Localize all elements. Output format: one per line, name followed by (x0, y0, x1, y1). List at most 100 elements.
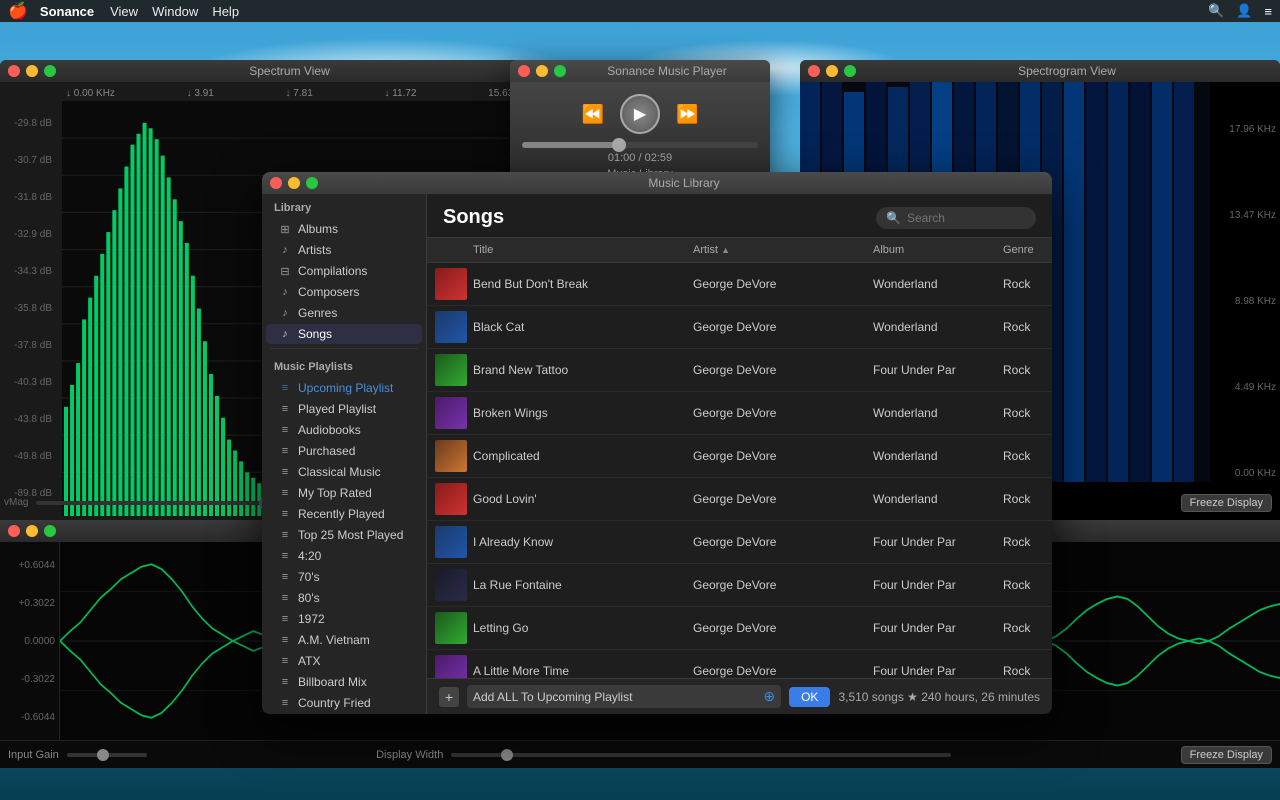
apple-menu-icon[interactable]: 🍎 (8, 1, 28, 21)
row-empty (847, 281, 867, 287)
ok-button[interactable]: OK (789, 687, 830, 707)
sidebar-item-70s[interactable]: ≡ 70's (266, 567, 422, 587)
waveform-min-btn[interactable] (26, 525, 38, 537)
spectrum-max-btn[interactable] (44, 65, 56, 77)
sidebar-item-top25[interactable]: ≡ Top 25 Most Played (266, 525, 422, 545)
sidebar-item-songs[interactable]: ♪ Songs (266, 324, 422, 344)
sidebar-item-albums[interactable]: ⊞ Albums (266, 219, 422, 239)
th-album[interactable]: Album (867, 242, 997, 258)
80s-icon: ≡ (278, 591, 292, 605)
menubar-user-icon[interactable]: 👤 (1236, 3, 1252, 19)
search-input[interactable] (907, 211, 1027, 225)
sidebar-item-upcoming-playlist[interactable]: ≡ Upcoming Playlist (266, 378, 422, 398)
search-box[interactable]: 🔍 (876, 207, 1036, 229)
fast-forward-button[interactable]: ⏩ (676, 104, 698, 125)
spec-freq-3: 4.49 KHz (1214, 382, 1276, 393)
rewind-button[interactable]: ⏪ (582, 104, 604, 125)
spectrum-close-btn[interactable] (8, 65, 20, 77)
row-album: Wonderland (867, 403, 997, 423)
player-close-btn[interactable] (518, 65, 530, 77)
app-name-menu[interactable]: Sonance (40, 4, 94, 19)
table-row[interactable]: Good Lovin' George DeVore Wonderland Roc… (427, 478, 1052, 521)
row-genre: Rock (997, 360, 1052, 380)
spectrogram-close-btn[interactable] (808, 65, 820, 77)
th-genre[interactable]: Genre (997, 242, 1052, 258)
waveform-close-btn[interactable] (8, 525, 20, 537)
library-max-btn[interactable] (306, 177, 318, 189)
row-artist: George DeVore (687, 403, 847, 423)
library-close-btn[interactable] (270, 177, 282, 189)
sidebar-item-am-vietnam[interactable]: ≡ A.M. Vietnam (266, 630, 422, 650)
sidebar-item-1972[interactable]: ≡ 1972 (266, 609, 422, 629)
player-title: Sonance Music Player (572, 64, 762, 78)
table-row[interactable]: Letting Go George DeVore Four Under Par … (427, 607, 1052, 650)
spectrogram-min-btn[interactable] (826, 65, 838, 77)
classical-icon: ≡ (278, 465, 292, 479)
playlist-dropdown[interactable]: Add ALL To Upcoming Playlist ⊕ (467, 685, 781, 708)
player-min-btn[interactable] (536, 65, 548, 77)
menubar-search-icon[interactable]: 🔍 (1208, 3, 1224, 19)
menubar-menu-icon[interactable]: ≡ (1264, 4, 1272, 19)
row-empty (847, 367, 867, 373)
sidebar-item-compilations[interactable]: ⊟ Compilations (266, 261, 422, 281)
sidebar-item-recently-played[interactable]: ≡ Recently Played (266, 504, 422, 524)
table-row[interactable]: Black Cat George DeVore Wonderland Rock … (427, 306, 1052, 349)
sidebar-80s-label: 80's (298, 591, 320, 605)
th-title[interactable]: Title (467, 242, 687, 258)
sidebar-item-played-playlist[interactable]: ≡ Played Playlist (266, 399, 422, 419)
row-title: Good Lovin' (467, 489, 687, 509)
dropdown-arrow-icon: ⊕ (763, 688, 775, 705)
sidebar-item-purchased[interactable]: ≡ Purchased (266, 441, 422, 461)
sidebar-item-audiobooks[interactable]: ≡ Audiobooks (266, 420, 422, 440)
play-button[interactable]: ▶ (620, 94, 660, 134)
top25-icon: ≡ (278, 528, 292, 542)
th-artist[interactable]: Artist ▲ (687, 242, 847, 258)
menu-help[interactable]: Help (212, 4, 239, 19)
songs-table[interactable]: Bend But Don't Break George DeVore Wonde… (427, 263, 1052, 678)
th-genre-label: Genre (1003, 244, 1034, 256)
sidebar-item-atx[interactable]: ≡ ATX (266, 651, 422, 671)
display-width-slider[interactable] (451, 753, 951, 757)
table-row[interactable]: Bend But Don't Break George DeVore Wonde… (427, 263, 1052, 306)
progress-bar[interactable] (522, 142, 758, 148)
played-playlist-icon: ≡ (278, 402, 292, 416)
sidebar-item-classical[interactable]: ≡ Classical Music (266, 462, 422, 482)
db-label-3: -32.9 dB (4, 229, 56, 240)
row-album: Four Under Par (867, 575, 997, 595)
table-row[interactable]: A Little More Time George DeVore Four Un… (427, 650, 1052, 678)
wf-label-2: 0.0000 (4, 636, 55, 647)
row-genre: Rock (997, 618, 1052, 638)
add-to-playlist-btn[interactable]: + (439, 687, 459, 707)
waveform-freeze-btn[interactable]: Freeze Display (1181, 746, 1272, 764)
menu-window[interactable]: Window (152, 4, 198, 19)
spectrogram-titlebar: Spectrogram View (800, 60, 1280, 82)
sidebar-item-billboard[interactable]: ≡ Billboard Mix (266, 672, 422, 692)
genres-icon: ♪ (278, 306, 292, 320)
sidebar-item-composers[interactable]: ♪ Composers (266, 282, 422, 302)
sidebar-item-80s[interactable]: ≡ 80's (266, 588, 422, 608)
display-width-section: Display Width (163, 749, 1165, 761)
library-min-btn[interactable] (288, 177, 300, 189)
waveform-max-btn[interactable] (44, 525, 56, 537)
spectrogram-freeze-btn[interactable]: Freeze Display (1181, 494, 1272, 512)
table-row[interactable]: Complicated George DeVore Wonderland Roc… (427, 435, 1052, 478)
wf-label-1: +0.3022 (4, 598, 55, 609)
player-max-btn[interactable] (554, 65, 566, 77)
sidebar-item-genres[interactable]: ♪ Genres (266, 303, 422, 323)
sidebar-item-420[interactable]: ≡ 4:20 (266, 546, 422, 566)
input-gain-slider[interactable] (67, 753, 147, 757)
search-icon: 🔍 (886, 211, 901, 225)
sidebar-item-country[interactable]: ≡ Country Fried (266, 693, 422, 713)
spectrogram-title: Spectrogram View (862, 64, 1272, 78)
menu-view[interactable]: View (110, 4, 138, 19)
sidebar-item-top-rated[interactable]: ≡ My Top Rated (266, 483, 422, 503)
table-row[interactable]: La Rue Fontaine George DeVore Four Under… (427, 564, 1052, 607)
spectrogram-max-btn[interactable] (844, 65, 856, 77)
table-row[interactable]: Brand New Tattoo George DeVore Four Unde… (427, 349, 1052, 392)
sidebar-item-artists[interactable]: ♪ Artists (266, 240, 422, 260)
table-row[interactable]: I Already Know George DeVore Four Under … (427, 521, 1052, 564)
table-row[interactable]: Broken Wings George DeVore Wonderland Ro… (427, 392, 1052, 435)
row-thumb-cell (427, 349, 467, 391)
db-label-5: -35.8 dB (4, 303, 56, 314)
spectrum-min-btn[interactable] (26, 65, 38, 77)
